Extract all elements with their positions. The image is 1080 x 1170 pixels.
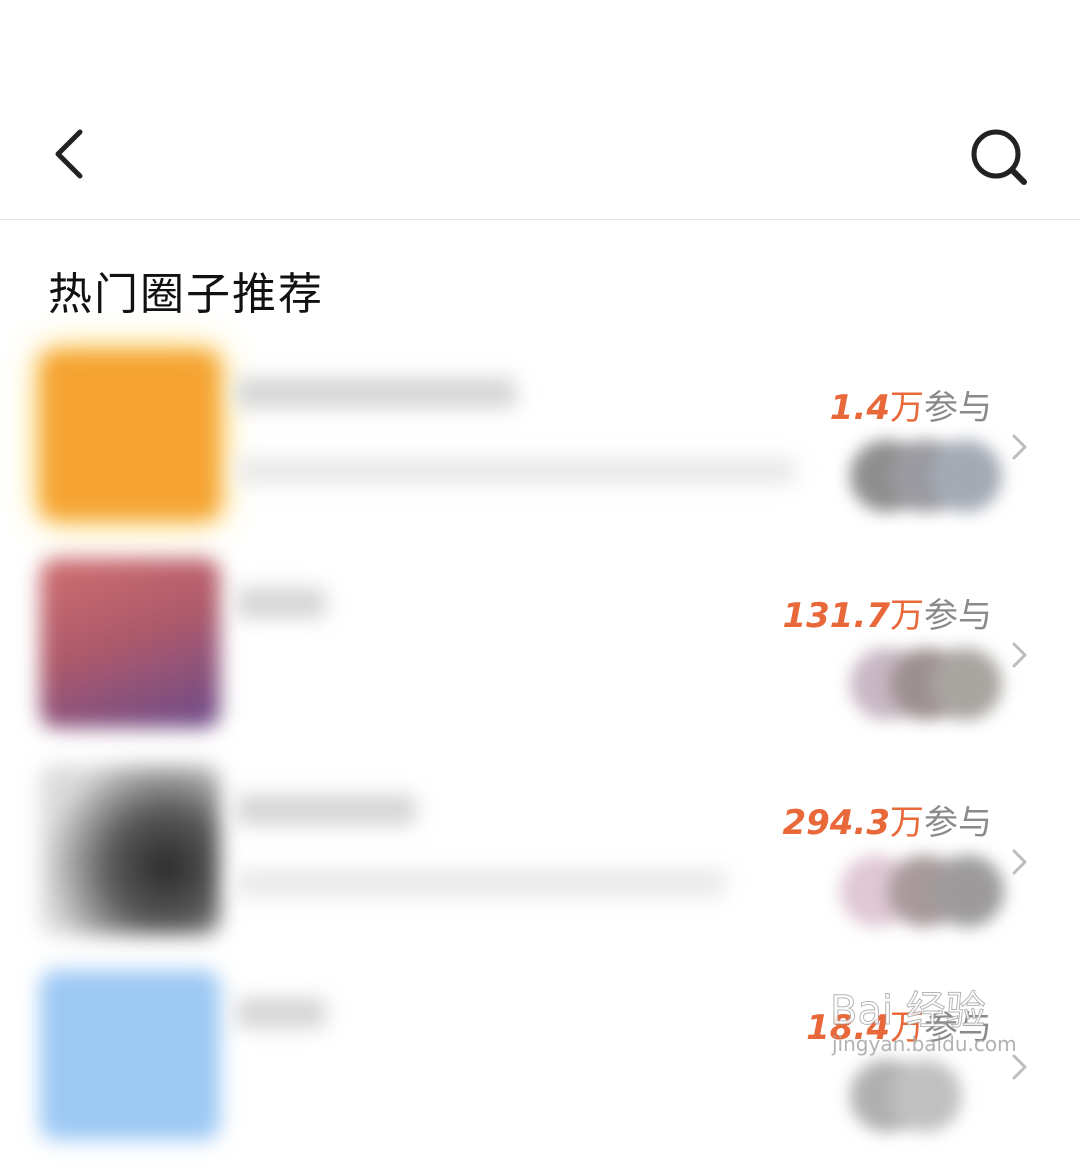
avatar [890,1060,962,1132]
circle-thumbnail [40,350,220,520]
chevron-right-icon [1010,432,1030,462]
search-icon [969,127,1029,191]
member-avatars [840,430,1010,530]
participant-count: 131.7万参与 [782,596,992,636]
avatar [930,648,1002,720]
circle-name-blurred [236,998,326,1028]
section-title: 热门圈子推荐 [48,269,324,320]
circle-list-item[interactable]: 18.4万参与 [0,970,1080,1170]
circle-name-blurred [236,795,416,825]
chevron-right-icon [1010,847,1030,877]
circle-thumbnail [40,765,220,935]
participant-count: 18.4万参与 [806,1008,992,1048]
circle-name-blurred [236,588,326,618]
back-button[interactable] [44,126,92,186]
member-avatars [840,1050,1010,1150]
chevron-right-icon [1010,1052,1030,1082]
avatar [932,855,1004,927]
chevron-right-icon [1010,640,1030,670]
member-avatars [840,845,1010,945]
participant-count: 1.4万参与 [829,388,992,428]
back-arrow-icon [52,128,84,184]
circle-list-item[interactable]: 294.3万参与 [0,765,1080,965]
circle-thumbnail [40,558,220,728]
member-avatars [840,638,1010,738]
participant-count: 294.3万参与 [782,803,992,843]
circle-name-blurred [236,378,516,408]
circle-description-blurred [236,458,796,484]
top-navigation-bar [0,0,1080,220]
circle-description-blurred [236,870,726,896]
circle-thumbnail [40,970,220,1140]
circle-list-item[interactable]: 131.7万参与 [0,558,1080,758]
search-button[interactable] [966,126,1032,192]
circle-list-item[interactable]: 1.4万参与 [0,350,1080,550]
avatar [930,440,1002,512]
